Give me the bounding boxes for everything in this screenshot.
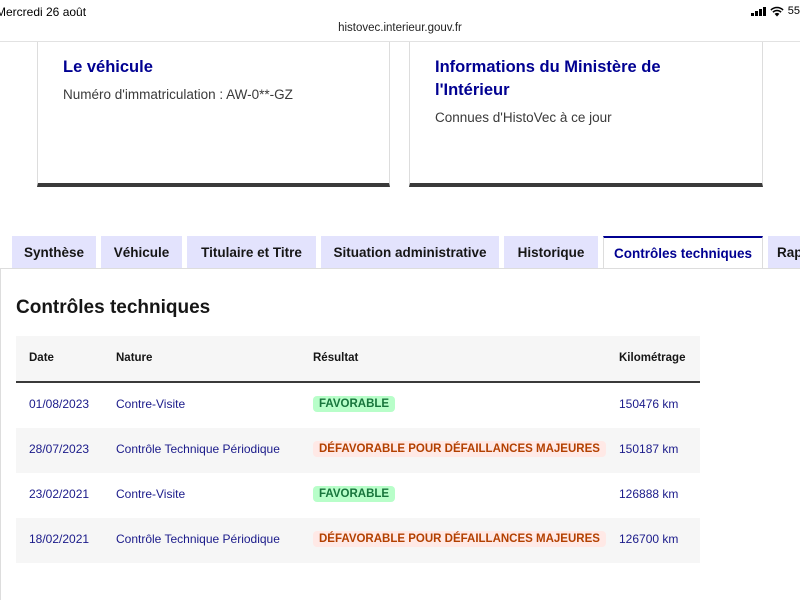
result-badge: DÉFAVORABLE POUR DÉFAILLANCES MAJEURES [313, 441, 606, 457]
table-row: 23/02/2021 Contre-Visite FAVORABLE 12688… [16, 473, 700, 518]
tab-panel-controles-techniques: Contrôles techniques Date Nature Résulta… [0, 268, 800, 600]
column-header-nature: Nature [116, 352, 153, 364]
vehicle-card-title: Le véhicule [63, 58, 153, 76]
tab-historique[interactable]: Historique [504, 236, 598, 268]
cellular-signal-icon [750, 6, 766, 16]
inspections-table: Date Nature Résultat Kilométrage 01/08/2… [16, 336, 700, 563]
vehicle-card: Le véhicule Numéro d'immatriculation : A… [37, 42, 390, 187]
inspection-mileage: 126888 km [619, 487, 679, 501]
column-header-date: Date [29, 352, 54, 364]
inspection-mileage: 126700 km [619, 532, 679, 546]
tab-vehicule[interactable]: Véhicule [101, 236, 182, 268]
tab-rapport[interactable]: Rap [768, 236, 800, 268]
battery-level: 55 [787, 5, 800, 17]
table-row: 28/07/2023 Contrôle Technique Périodique… [16, 428, 700, 473]
status-indicators: 55 [750, 5, 800, 17]
registration-number: Numéro d'immatriculation : AW-0**-GZ [63, 87, 293, 102]
tab-synthese[interactable]: Synthèse [12, 236, 96, 268]
inspection-nature: Contrôle Technique Périodique [116, 532, 280, 546]
result-badge: FAVORABLE [313, 396, 396, 412]
inspection-date: 28/07/2023 [29, 442, 90, 456]
ministry-card-title: Informations du Ministère de l'Intérieur [435, 58, 661, 99]
tab-controles-techniques[interactable]: Contrôles techniques [603, 236, 763, 268]
browser-url[interactable]: histovec.interieur.gouv.fr [0, 22, 800, 40]
inspection-nature: Contre-Visite [116, 397, 186, 411]
result-badge: DÉFAVORABLE POUR DÉFAILLANCES MAJEURES [313, 531, 606, 547]
tab-titulaire-et-titre[interactable]: Titulaire et Titre [187, 236, 316, 268]
tab-bar: Synthèse Véhicule Titulaire et Titre Sit… [0, 236, 800, 268]
status-date: Mercredi 26 août [0, 5, 87, 19]
inspection-mileage: 150187 km [619, 442, 679, 456]
inspection-date: 18/02/2021 [29, 532, 90, 546]
ministry-card-subtitle: Connues d'HistoVec à ce jour [435, 110, 612, 125]
inspection-date: 01/08/2023 [29, 397, 90, 411]
column-header-mileage: Kilométrage [619, 352, 686, 364]
column-header-result: Résultat [313, 352, 359, 364]
table-row: 01/08/2023 Contre-Visite FAVORABLE 15047… [16, 383, 700, 428]
table-header: Date Nature Résultat Kilométrage [16, 336, 700, 383]
ministry-card: Informations du Ministère de l'Intérieur… [409, 42, 763, 187]
wifi-icon [770, 6, 784, 16]
tab-situation-administrative[interactable]: Situation administrative [321, 236, 499, 268]
table-row: 18/02/2021 Contrôle Technique Périodique… [16, 518, 700, 563]
status-bar: Mercredi 26 août 55 [0, 0, 800, 24]
result-badge: FAVORABLE [313, 486, 396, 502]
inspection-mileage: 150476 km [619, 397, 679, 411]
inspection-nature: Contrôle Technique Périodique [116, 442, 280, 456]
inspection-date: 23/02/2021 [29, 487, 90, 501]
section-title: Contrôles techniques [16, 297, 211, 318]
inspection-nature: Contre-Visite [116, 487, 186, 501]
